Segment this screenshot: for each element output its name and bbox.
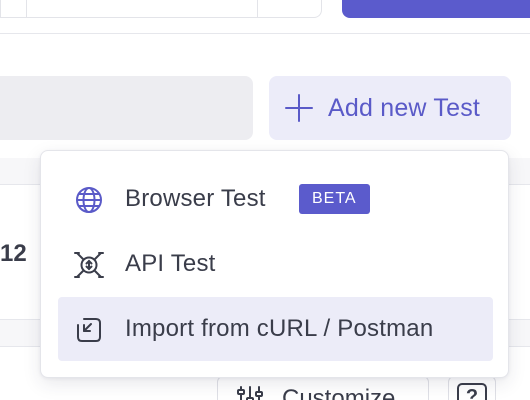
menu-item-label: API Test <box>125 250 216 277</box>
customize-button[interactable]: Customize <box>217 376 429 400</box>
search-input[interactable] <box>0 76 253 140</box>
top-primary-button[interactable] <box>342 0 530 18</box>
divider <box>26 0 27 18</box>
add-test-dropdown-menu: Browser Test BETA API Test Import from c… <box>40 150 509 378</box>
add-new-test-label: Add new Test <box>328 93 481 122</box>
menu-item-import-curl-postman[interactable]: Import from cURL / Postman <box>58 297 493 361</box>
globe-icon <box>74 185 104 215</box>
api-icon <box>74 250 104 280</box>
customize-label: Customize <box>282 385 396 400</box>
top-button-group[interactable] <box>0 0 322 18</box>
divider <box>257 0 258 18</box>
plus-icon <box>284 93 314 123</box>
add-new-test-button[interactable]: Add new Test <box>269 76 511 140</box>
top-bar <box>0 0 530 34</box>
partial-count-text: 12 <box>0 240 27 267</box>
sliders-icon <box>236 385 264 400</box>
menu-item-api-test[interactable]: API Test <box>58 232 493 296</box>
help-icon: ? <box>457 383 487 400</box>
import-icon <box>74 315 104 345</box>
toolbar: Add new Test <box>0 34 530 158</box>
menu-item-label: Browser Test <box>125 185 266 212</box>
beta-badge: BETA <box>299 184 370 214</box>
menu-item-label: Import from cURL / Postman <box>125 315 434 342</box>
menu-item-browser-test[interactable]: Browser Test BETA <box>58 167 493 231</box>
help-button[interactable]: ? <box>448 376 496 400</box>
